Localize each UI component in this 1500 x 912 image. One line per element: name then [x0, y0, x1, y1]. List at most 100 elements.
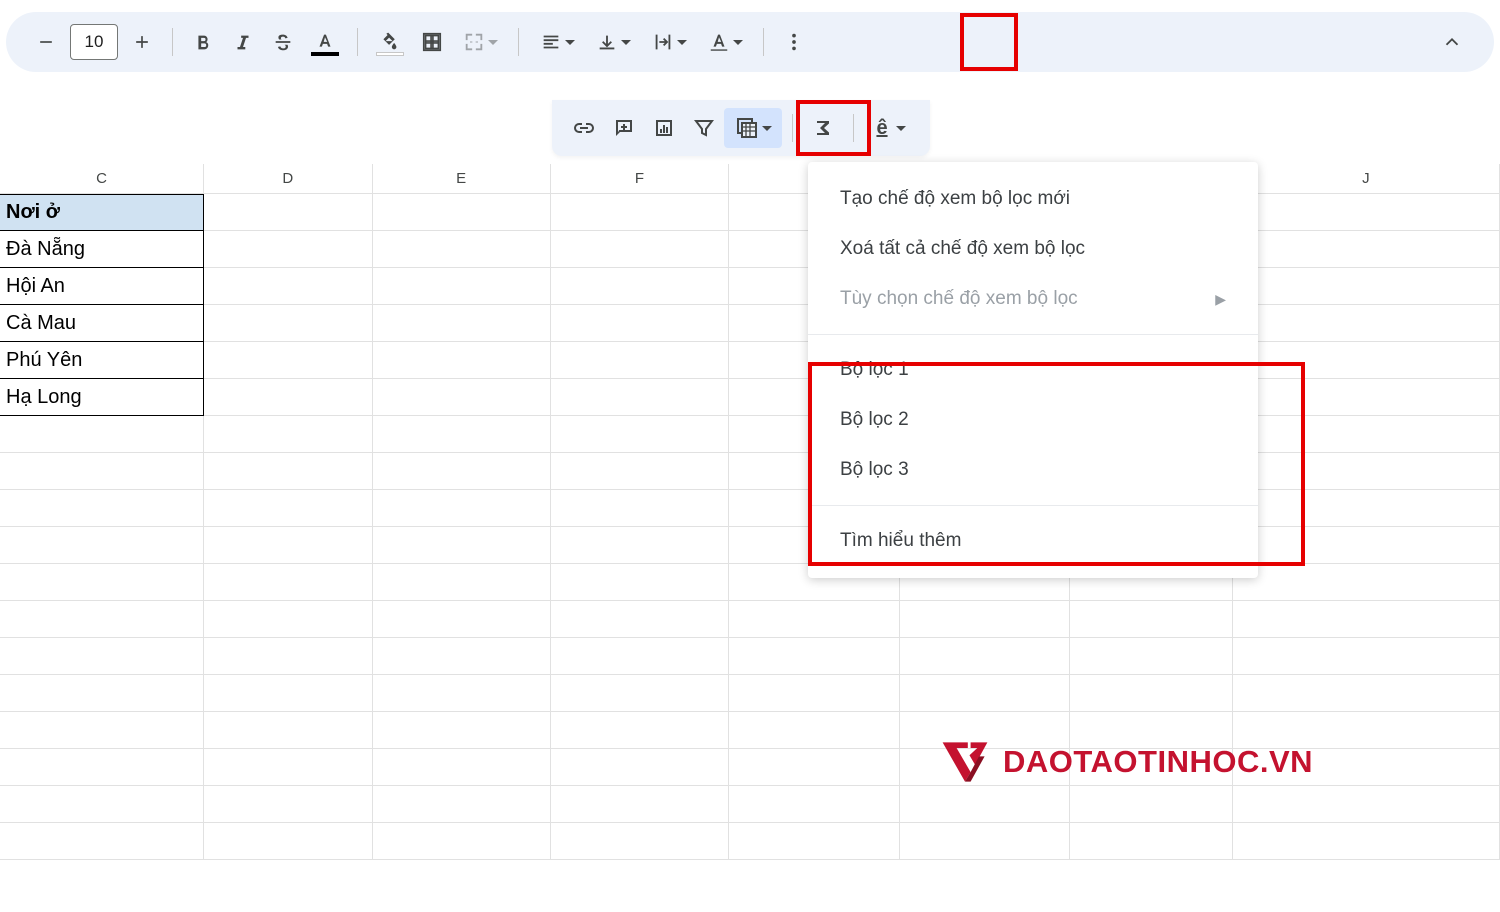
- cell[interactable]: [1070, 601, 1233, 638]
- insert-comment-button[interactable]: [604, 108, 644, 148]
- cell[interactable]: [204, 675, 373, 712]
- cell[interactable]: [551, 786, 729, 823]
- cell[interactable]: [551, 305, 729, 342]
- cell[interactable]: [900, 601, 1069, 638]
- cell[interactable]: [204, 342, 373, 379]
- cell[interactable]: [551, 712, 729, 749]
- cell[interactable]: [1233, 564, 1500, 601]
- filter-views-button[interactable]: [724, 108, 782, 148]
- text-wrap-button[interactable]: [641, 22, 697, 62]
- cell[interactable]: [0, 601, 204, 638]
- merge-cells-button[interactable]: [452, 22, 508, 62]
- cell[interactable]: [1070, 786, 1233, 823]
- cell[interactable]: [373, 416, 551, 453]
- cell[interactable]: [1233, 601, 1500, 638]
- cell[interactable]: [373, 379, 551, 416]
- cell[interactable]: Nơi ở: [0, 194, 204, 231]
- horizontal-align-button[interactable]: [529, 22, 585, 62]
- collapse-toolbar-button[interactable]: [1432, 22, 1472, 62]
- cell[interactable]: [729, 601, 900, 638]
- cell[interactable]: [0, 675, 204, 712]
- cell[interactable]: [204, 194, 373, 231]
- cell[interactable]: [204, 416, 373, 453]
- cell[interactable]: Đà Nẵng: [0, 231, 204, 268]
- cell[interactable]: [204, 268, 373, 305]
- column-header[interactable]: F: [551, 164, 729, 193]
- cell[interactable]: [729, 712, 900, 749]
- cell[interactable]: [551, 601, 729, 638]
- cell[interactable]: [204, 564, 373, 601]
- cell[interactable]: [204, 823, 373, 860]
- cell[interactable]: [373, 527, 551, 564]
- cell[interactable]: [0, 786, 204, 823]
- cell[interactable]: [551, 638, 729, 675]
- cell[interactable]: [373, 564, 551, 601]
- column-header[interactable]: C: [0, 164, 204, 193]
- cell[interactable]: [204, 379, 373, 416]
- cell[interactable]: [1070, 823, 1233, 860]
- cell[interactable]: Hội An: [0, 268, 204, 305]
- insert-link-button[interactable]: [564, 108, 604, 148]
- cell[interactable]: [1233, 342, 1500, 379]
- cell[interactable]: [204, 305, 373, 342]
- insert-chart-button[interactable]: [644, 108, 684, 148]
- cell[interactable]: [551, 453, 729, 490]
- column-header[interactable]: J: [1233, 164, 1500, 193]
- cell[interactable]: [373, 638, 551, 675]
- cell[interactable]: [551, 564, 729, 601]
- cell[interactable]: [373, 194, 551, 231]
- cell[interactable]: Cà Mau: [0, 305, 204, 342]
- cell[interactable]: [1233, 268, 1500, 305]
- cell[interactable]: [0, 453, 204, 490]
- cell[interactable]: [204, 601, 373, 638]
- cell[interactable]: Hạ Long: [0, 379, 204, 416]
- cell[interactable]: [729, 638, 900, 675]
- italic-button[interactable]: [223, 22, 263, 62]
- cell[interactable]: [551, 342, 729, 379]
- cell[interactable]: [551, 379, 729, 416]
- menu-item-learn-more[interactable]: Tìm hiểu thêm: [808, 516, 1258, 566]
- cell[interactable]: [204, 231, 373, 268]
- cell[interactable]: [0, 823, 204, 860]
- cell[interactable]: [204, 786, 373, 823]
- increase-font-button[interactable]: [122, 22, 162, 62]
- cell[interactable]: [1233, 786, 1500, 823]
- cell[interactable]: [373, 749, 551, 786]
- cell[interactable]: [204, 749, 373, 786]
- cell[interactable]: [373, 712, 551, 749]
- decrease-font-button[interactable]: [26, 22, 66, 62]
- cell[interactable]: [0, 638, 204, 675]
- cell[interactable]: [1233, 416, 1500, 453]
- cell[interactable]: [0, 416, 204, 453]
- menu-item-create-filter-view[interactable]: Tạo chế độ xem bộ lọc mới: [808, 174, 1258, 224]
- cell[interactable]: [373, 823, 551, 860]
- cell[interactable]: [551, 749, 729, 786]
- strikethrough-button[interactable]: [263, 22, 303, 62]
- cell[interactable]: [729, 823, 900, 860]
- create-filter-button[interactable]: [684, 108, 724, 148]
- cell[interactable]: [551, 416, 729, 453]
- cell[interactable]: [373, 342, 551, 379]
- cell[interactable]: [0, 712, 204, 749]
- cell[interactable]: [1233, 453, 1500, 490]
- cell[interactable]: [551, 490, 729, 527]
- cell[interactable]: [1070, 675, 1233, 712]
- cell[interactable]: [0, 527, 204, 564]
- column-header[interactable]: E: [373, 164, 551, 193]
- cell[interactable]: Phú Yên: [0, 342, 204, 379]
- functions-button[interactable]: [803, 108, 843, 148]
- cell[interactable]: [551, 231, 729, 268]
- menu-item-filter-1[interactable]: Bộ lọc 1: [808, 345, 1258, 395]
- cell[interactable]: [551, 268, 729, 305]
- cell[interactable]: [1233, 527, 1500, 564]
- cell[interactable]: [204, 527, 373, 564]
- cell[interactable]: [1233, 638, 1500, 675]
- font-size-input[interactable]: 10: [70, 24, 118, 60]
- bold-button[interactable]: [183, 22, 223, 62]
- cell[interactable]: [1233, 675, 1500, 712]
- cell[interactable]: [1070, 638, 1233, 675]
- cell[interactable]: [204, 453, 373, 490]
- borders-button[interactable]: [412, 22, 452, 62]
- cell[interactable]: [373, 675, 551, 712]
- cell[interactable]: [0, 490, 204, 527]
